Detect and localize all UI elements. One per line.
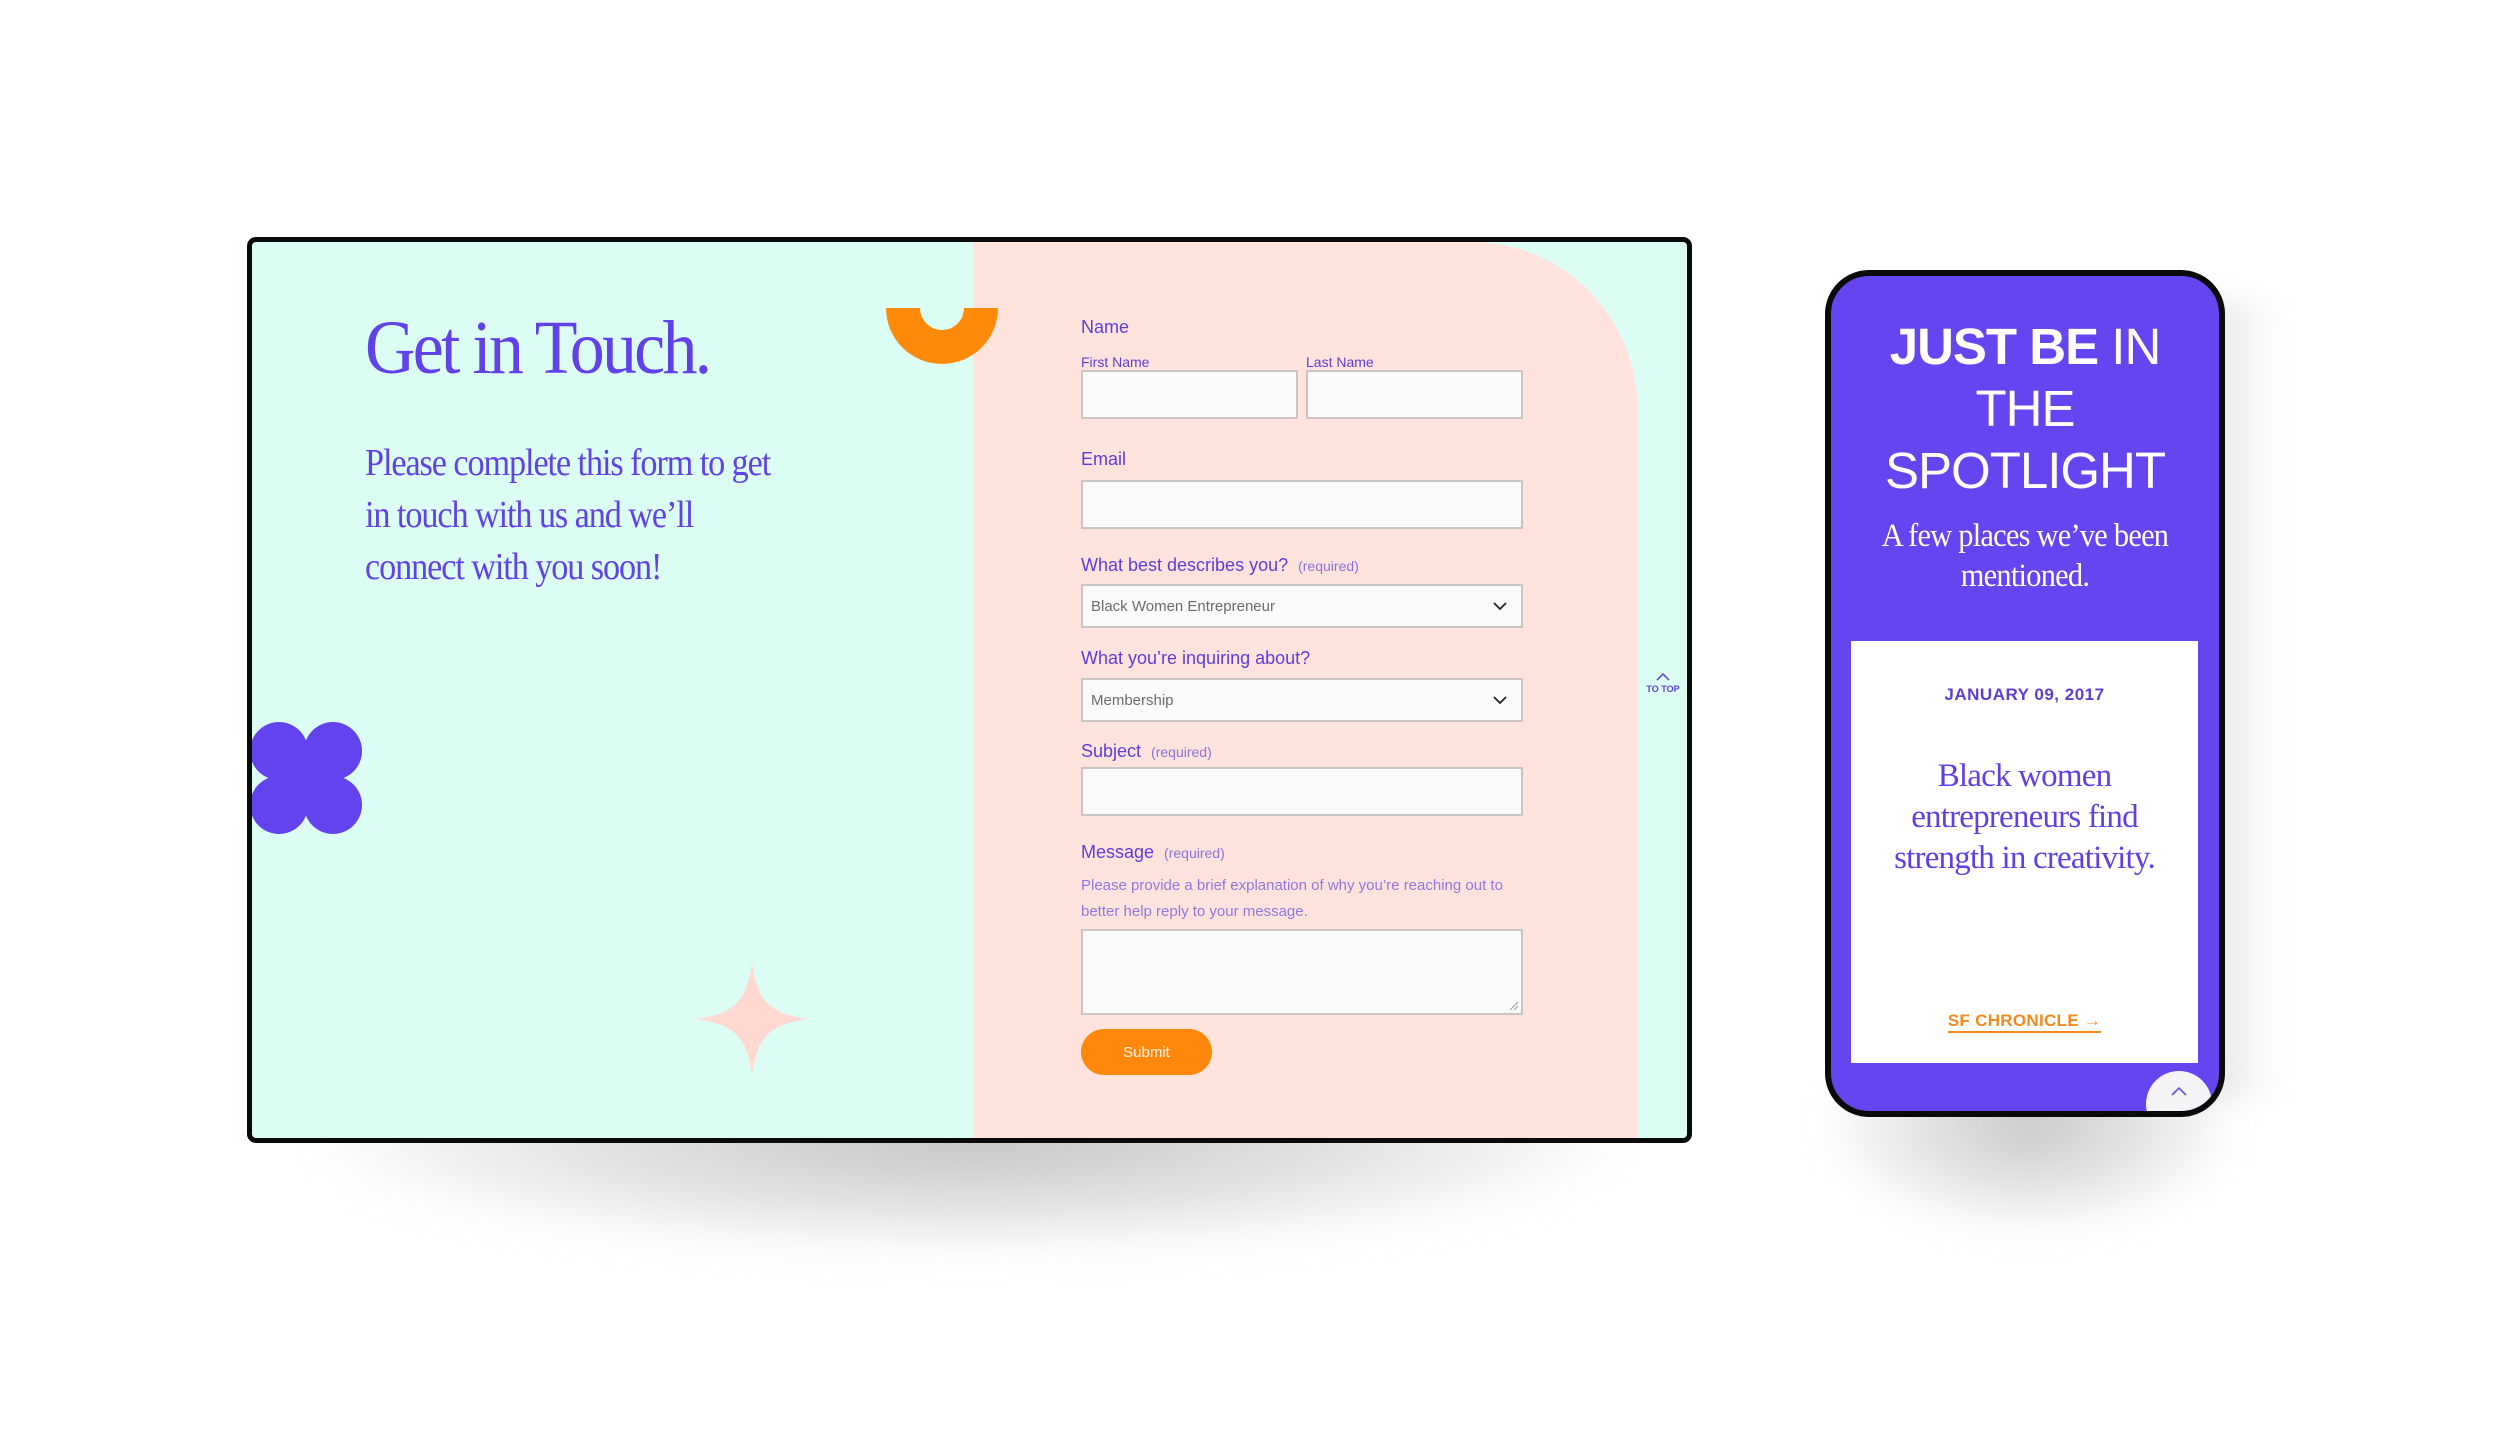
submit-button[interactable]: Submit (1081, 1029, 1212, 1075)
spotlight-subtitle: A few places we’ve been mentioned. (1881, 518, 2169, 594)
title-bold: JUST BE (1889, 318, 2099, 375)
press-date: JANUARY 09, 2017 (1944, 685, 2105, 704)
scroll-top-button[interactable] (2146, 1071, 2212, 1111)
email-input[interactable] (1081, 480, 1523, 529)
describes-select[interactable]: Black Women Entrepreneur (1081, 584, 1523, 628)
describes-label: What best describes you? (required) (1081, 554, 1359, 577)
sf-chronicle-link[interactable]: SF CHRONICLE → (1947, 1011, 2102, 1033)
first-name-input[interactable] (1081, 370, 1298, 419)
page-title: Get in Touch. (365, 306, 712, 390)
chevron-down-icon (1493, 602, 1507, 611)
subject-label-text: Subject (1081, 741, 1142, 761)
title-light-1: IN (2111, 318, 2161, 375)
intro-text: Please complete this form to get in touc… (365, 442, 771, 588)
to-top-label: TO TOP (1646, 684, 1680, 694)
inquiring-selected-value: Membership (1091, 691, 1174, 709)
name-label: Name (1081, 317, 1130, 337)
press-headline: Black women entrepreneurs find strength … (1894, 758, 2156, 876)
sparkle-decoration (695, 962, 809, 1076)
describes-selected-value: Black Women Entrepreneur (1091, 597, 1275, 615)
message-label: Message (required) (1081, 841, 1225, 864)
describes-label-text: What best describes you? (1081, 555, 1289, 575)
inquiring-label: What you’re inquiring about? (1081, 648, 1311, 668)
subject-label: Subject (required) (1081, 740, 1212, 763)
chevron-up-icon (2171, 1087, 2187, 1096)
press-link-wrapper: SF CHRONICLE → (1851, 1011, 2198, 1033)
last-name-label: Last Name (1306, 354, 1374, 370)
required-note: (required) (1151, 744, 1212, 760)
purple-flower-decoration (252, 722, 364, 836)
last-name-input[interactable] (1306, 370, 1523, 419)
chevron-down-icon (1493, 696, 1507, 705)
desktop-mockup: Get in Touch. Please complete this form … (247, 237, 1692, 1143)
subject-input[interactable] (1081, 767, 1523, 816)
phone-mockup: JUST BE IN THE SPOTLIGHT A few places we… (1825, 270, 2225, 1117)
resize-grip-icon[interactable] (1508, 1000, 1518, 1010)
press-card: JANUARY 09, 2017 Black women entrepreneu… (1851, 641, 2198, 1063)
chevron-up-icon (1656, 673, 1670, 681)
email-label: Email (1081, 449, 1127, 469)
spotlight-title: JUST BE IN THE SPOTLIGHT (1831, 316, 2219, 502)
required-note: (required) (1164, 845, 1225, 861)
message-help-text: Please provide a brief explanation of wh… (1081, 877, 1503, 920)
first-name-label: First Name (1081, 354, 1150, 370)
to-top-button[interactable]: TO TOP (1642, 673, 1684, 694)
message-label-text: Message (1081, 842, 1155, 862)
required-note: (required) (1298, 558, 1359, 574)
inquiring-select[interactable]: Membership (1081, 678, 1523, 722)
message-textarea[interactable] (1081, 929, 1523, 1015)
title-light-2: THE SPOTLIGHT (1885, 380, 2166, 499)
